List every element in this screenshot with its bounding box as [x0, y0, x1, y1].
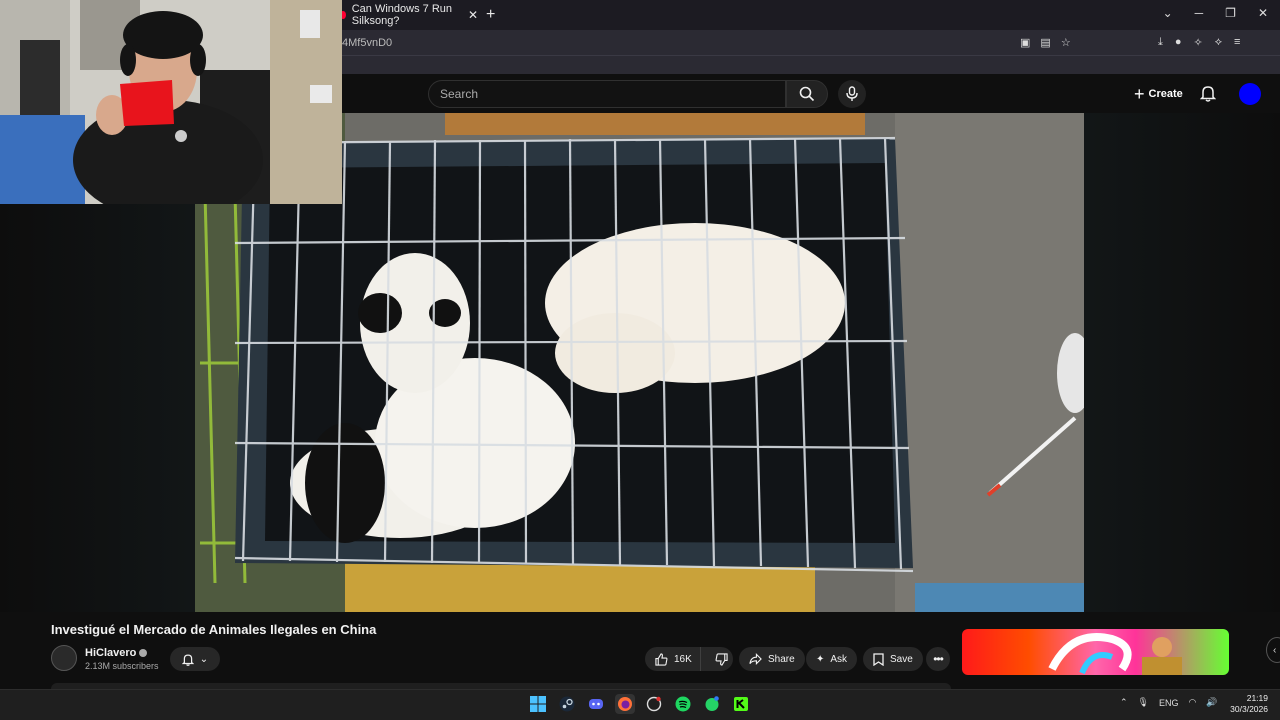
toolbar-icons: ⤓ ● ✧ ⟡ ≡ — [1158, 36, 1240, 49]
menu-icon[interactable]: ≡ — [1234, 36, 1240, 49]
spotify-icon[interactable] — [673, 694, 693, 714]
picture-in-picture-icon[interactable]: ▣ — [1020, 36, 1030, 49]
volume-icon[interactable]: 🔊 — [1206, 697, 1217, 708]
whatsapp-icon[interactable] — [702, 694, 722, 714]
browser-tab[interactable]: Can Windows 7 Run Silksong? ✕ — [336, 3, 478, 27]
subscription-notifications-button[interactable]: ⌄ — [170, 647, 220, 671]
more-actions-button[interactable]: ••• — [926, 647, 950, 671]
download-icon[interactable]: ⤓ — [1158, 36, 1163, 49]
channel-name-text: HiClavero — [85, 647, 137, 659]
window-controls: ⌄ ─ ❐ ✕ — [1163, 6, 1268, 20]
thumbs-up-icon — [655, 652, 668, 666]
minimize-icon[interactable]: ─ — [1195, 6, 1204, 20]
account-icon[interactable]: ● — [1175, 36, 1182, 49]
taskbar-apps — [528, 694, 751, 714]
url-bar[interactable]: 4Mf5vnD0 — [342, 37, 392, 49]
search-button[interactable] — [786, 80, 828, 108]
subscriber-count: 2.13M subscribers — [85, 661, 159, 671]
search-icon — [799, 86, 815, 102]
notifications-button[interactable] — [1199, 84, 1217, 107]
clock-time: 21:19 — [1246, 693, 1268, 703]
close-window-icon[interactable]: ✕ — [1258, 6, 1268, 20]
thumbs-down-icon — [715, 652, 728, 666]
like-dislike-group: 16K — [645, 647, 733, 671]
verified-icon — [139, 649, 148, 658]
dislike-button[interactable] — [707, 647, 728, 671]
like-count: 16K — [674, 653, 692, 665]
system-tray: ⌃ 🎙 ENG ◠ 🔊 — [1120, 697, 1218, 708]
bell-icon — [1199, 86, 1217, 102]
extension-icon[interactable]: ⟡ — [1215, 36, 1222, 49]
search-input[interactable]: Search — [428, 80, 786, 108]
user-avatar[interactable] — [1239, 83, 1261, 105]
windows-start-icon[interactable] — [528, 694, 548, 714]
ask-button[interactable]: ✦ Ask — [806, 647, 858, 671]
microphone-icon — [846, 86, 858, 101]
plus-icon: + — [1134, 83, 1145, 104]
voice-search-button[interactable] — [838, 80, 866, 108]
sparkle-icon: ✦ — [816, 653, 825, 665]
tab-title: Can Windows 7 Run Silksong? — [351, 3, 453, 27]
channel-avatar[interactable] — [51, 645, 77, 671]
wifi-icon[interactable]: ◠ — [1189, 697, 1197, 708]
streamer-webcam-image — [0, 0, 342, 204]
share-icon — [749, 653, 762, 665]
video-title: Investigué el Mercado de Animales Ilegal… — [51, 622, 377, 637]
save-label: Save — [890, 653, 913, 665]
ask-label: Ask — [830, 653, 848, 665]
chatgpt-icon[interactable] — [644, 694, 664, 714]
reader-view-icon[interactable]: ▤ — [1040, 36, 1050, 49]
chevron-down-icon[interactable]: ⌄ — [1163, 6, 1173, 20]
bell-icon — [181, 654, 194, 666]
share-label: Share — [768, 653, 795, 665]
share-button[interactable]: Share — [739, 647, 805, 671]
chevron-down-icon: ⌄ — [199, 653, 209, 665]
clock-date: 30/3/2026 — [1230, 704, 1268, 714]
url-bar-icons: ▣ ▤ ☆ — [1020, 36, 1071, 49]
discord-icon[interactable] — [586, 694, 606, 714]
chevron-left-icon[interactable]: ‹ — [1266, 637, 1280, 663]
tab-close-icon[interactable]: ✕ — [468, 8, 478, 22]
recommended-video-thumbnail[interactable] — [962, 629, 1229, 675]
extensions-icon[interactable]: ✧ — [1194, 36, 1203, 49]
bookmark-star-icon[interactable]: ☆ — [1061, 36, 1071, 49]
restore-icon[interactable]: ❐ — [1225, 6, 1236, 20]
firefox-icon[interactable] — [615, 694, 635, 714]
like-button[interactable]: 16K — [645, 647, 701, 671]
new-tab-icon[interactable]: + — [486, 6, 495, 24]
save-button[interactable]: Save — [863, 647, 923, 671]
create-label: Create — [1148, 88, 1183, 100]
channel-name[interactable]: HiClavero — [85, 647, 148, 659]
bookmark-icon — [873, 652, 884, 666]
microphone-tray-icon[interactable]: 🎙 — [1138, 697, 1149, 708]
steam-icon[interactable] — [557, 694, 577, 714]
thumbnail-art-image — [1048, 633, 1182, 675]
kick-icon[interactable] — [731, 694, 751, 714]
chevron-up-icon[interactable]: ⌃ — [1120, 697, 1128, 708]
webcam-overlay — [0, 0, 342, 204]
taskbar-clock[interactable]: 21:19 30/3/2026 — [1228, 693, 1268, 715]
language-indicator[interactable]: ENG — [1159, 698, 1179, 708]
create-button[interactable]: + Create — [1134, 83, 1183, 105]
